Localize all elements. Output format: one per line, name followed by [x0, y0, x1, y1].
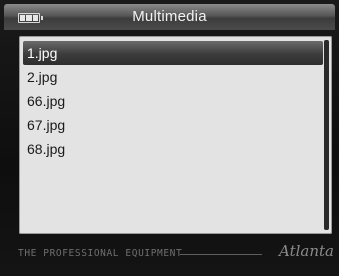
footer-divider — [180, 254, 262, 255]
title-bar: Multimedia — [4, 4, 335, 30]
brand-logo-text: Atlanta — [279, 242, 334, 260]
file-list-item[interactable]: 66.jpg — [23, 89, 323, 113]
scrollbar-thumb[interactable] — [324, 40, 329, 230]
file-list-item[interactable]: 1.jpg — [23, 41, 323, 65]
device-screen: Multimedia 1.jpg 2.jpg 66.jpg 67.jpg 68.… — [0, 0, 339, 276]
file-list-item[interactable]: 2.jpg — [23, 65, 323, 89]
file-list-item[interactable]: 68.jpg — [23, 137, 323, 161]
file-list-panel[interactable]: 1.jpg 2.jpg 66.jpg 67.jpg 68.jpg — [19, 36, 332, 234]
window-title: Multimedia — [132, 8, 207, 25]
footer: THE PROFESSIONAL EQUIPMENT Atlanta — [18, 242, 334, 264]
file-list[interactable]: 1.jpg 2.jpg 66.jpg 67.jpg 68.jpg — [23, 41, 323, 161]
brand-logo: Atlanta — [279, 242, 334, 260]
file-list-item[interactable]: 67.jpg — [23, 113, 323, 137]
footer-tagline: THE PROFESSIONAL EQUIPMENT — [18, 248, 183, 259]
